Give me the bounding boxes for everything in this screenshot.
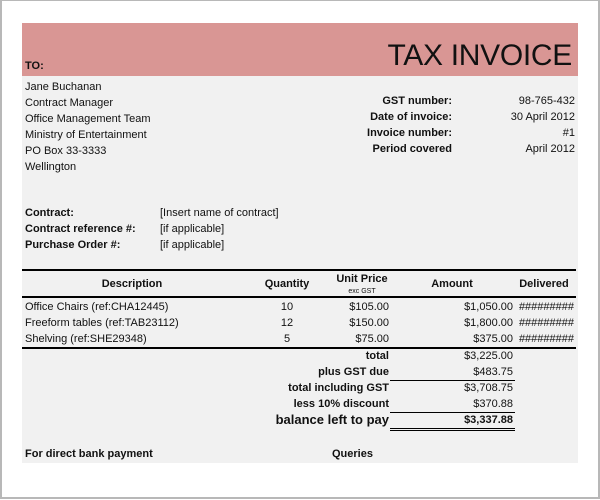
header-delivered: Delivered	[519, 278, 569, 290]
total-label: total	[365, 350, 389, 362]
invoice-title: TAX INVOICE	[387, 39, 572, 72]
total-incl-gst-label: total including GST	[288, 382, 389, 394]
discount-label: less 10% discount	[293, 398, 389, 410]
row-amount: $1,050.00	[464, 301, 513, 313]
to-label: TO:	[25, 60, 44, 72]
contract-reference-label: Contract reference #:	[25, 223, 136, 235]
gst-due-value: $483.75	[473, 366, 513, 378]
gst-number-value: 98-765-432	[518, 95, 575, 107]
row-quantity: 10	[280, 301, 294, 313]
invoice-number-label: Invoice number:	[367, 127, 452, 139]
row-delivered: #########	[518, 317, 574, 329]
header-unit-price: Unit Price	[336, 273, 388, 285]
purchase-order-value: [if applicable]	[160, 239, 225, 251]
row-description: Freeform tables (ref:TAB23112)	[25, 317, 179, 329]
header-amount: Amount	[431, 278, 473, 290]
balance-double-underline-2	[390, 430, 515, 431]
discount-value: $370.88	[473, 398, 513, 410]
contract-value: [Insert name of contract]	[160, 207, 279, 219]
row-description: Office Chairs (ref:CHA12445)	[25, 301, 169, 313]
gst-number-label: GST number:	[382, 95, 452, 107]
recipient-name: Jane Buchanan	[25, 81, 102, 93]
invoice-sheet: TO: TAX INVOICE Jane Buchanan Contract M…	[22, 23, 578, 463]
header-description: Description	[101, 278, 163, 290]
row-delivered: #########	[518, 333, 574, 345]
row-unit-price: $105.00	[349, 301, 389, 313]
invoice-date-value: 30 April 2012	[510, 111, 575, 123]
bank-payment-label: For direct bank payment	[25, 448, 153, 460]
header-unit-price-note: exc GST	[348, 288, 376, 295]
recipient-team: Office Management Team	[25, 113, 151, 125]
header-quantity: Quantity	[264, 278, 310, 290]
row-quantity: 12	[280, 317, 294, 329]
recipient-organisation: Ministry of Entertainment	[25, 129, 147, 141]
table-top-border	[22, 269, 576, 271]
total-value: $3,225.00	[464, 350, 513, 362]
row-description: Shelving (ref:SHE29348)	[25, 333, 147, 345]
invoice-date-label: Date of invoice:	[370, 111, 452, 123]
balance-label: balance left to pay	[275, 412, 389, 427]
contract-reference-value: [if applicable]	[160, 223, 225, 235]
row-quantity: 5	[283, 333, 291, 345]
header-banner: TO: TAX INVOICE	[22, 23, 578, 76]
total-incl-gst-value: $3,708.75	[464, 382, 513, 394]
balance-double-underline-1	[390, 428, 515, 429]
row-amount: $375.00	[473, 333, 513, 345]
queries-label: Queries	[332, 448, 373, 460]
gst-due-label: plus GST due	[318, 366, 389, 378]
period-covered-value: April 2012	[525, 143, 575, 155]
balance-value: $3,337.88	[464, 414, 513, 426]
recipient-position: Contract Manager	[25, 97, 114, 109]
row-unit-price: $150.00	[349, 317, 389, 329]
contract-label: Contract:	[25, 207, 74, 219]
recipient-city: Wellington	[25, 161, 77, 173]
header-bottom-border	[22, 296, 576, 298]
invoice-number-value: #1	[562, 127, 575, 139]
row-unit-price: $75.00	[355, 333, 389, 345]
row-amount: $1,800.00	[464, 317, 513, 329]
row-delivered: #########	[518, 301, 574, 313]
recipient-po-box: PO Box 33-3333	[25, 145, 107, 157]
purchase-order-label: Purchase Order #:	[25, 239, 121, 251]
period-covered-label: Period covered	[372, 143, 452, 155]
